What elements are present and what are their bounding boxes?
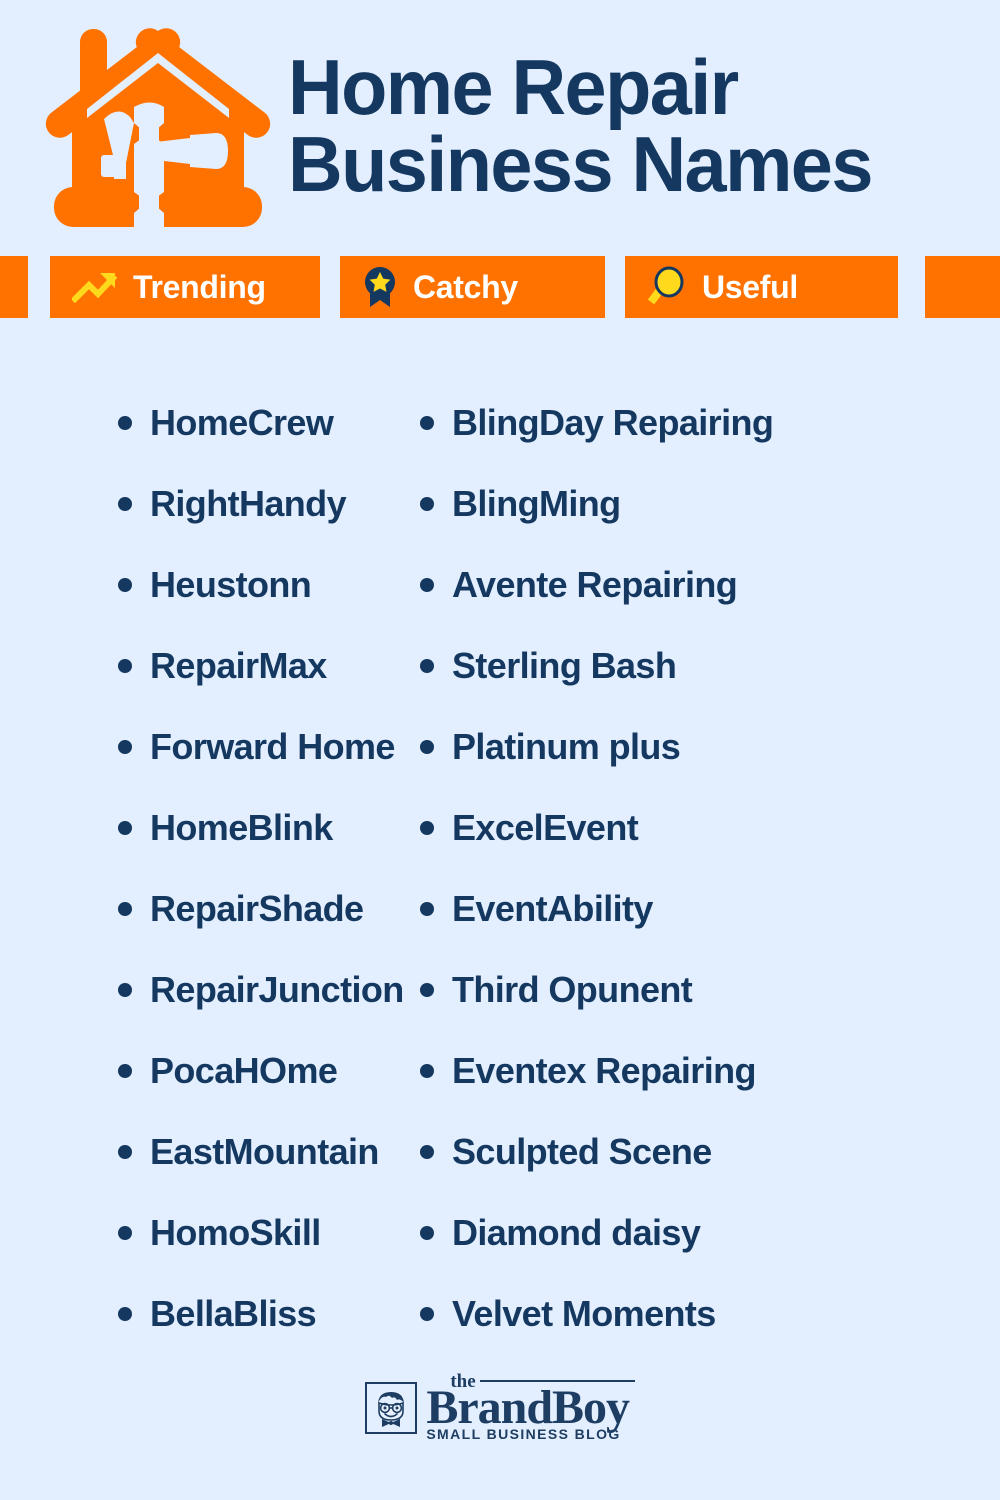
- list-item: RepairJunction: [118, 949, 420, 1030]
- list-item: RepairMax: [118, 625, 420, 706]
- name-label: Sterling Bash: [452, 644, 677, 686]
- list-item: Diamond daisy: [420, 1192, 1000, 1273]
- house-with-tools-icon: [45, 28, 271, 234]
- right-name-column: BlingDay Repairing BlingMing Avente Repa…: [420, 382, 1000, 1367]
- name-label: PocaHOme: [150, 1049, 338, 1091]
- list-item: BlingMing: [420, 463, 1000, 544]
- infographic-page: Home Repair Business Names Trending Catc…: [0, 0, 1000, 1500]
- name-label: Diamond daisy: [452, 1211, 701, 1253]
- magnifying-glass-icon: [647, 266, 684, 305]
- brand-name: BrandBoy: [426, 1381, 630, 1434]
- name-label: BlingDay Repairing: [452, 401, 774, 443]
- award-medal-star-icon: [365, 267, 395, 307]
- badge-catchy[interactable]: Catchy: [340, 256, 605, 318]
- left-edge-accent-strip: [0, 256, 28, 318]
- name-label: RightHandy: [150, 482, 347, 524]
- name-label: HomoSkill: [150, 1211, 321, 1253]
- footer: the BrandBoy SMALL BUSINESS BLOG: [0, 1365, 1000, 1500]
- name-label: Platinum plus: [452, 725, 681, 767]
- name-label: HomeBlink: [150, 806, 333, 848]
- list-item: HomeBlink: [118, 787, 420, 868]
- title-line-1: Home Repair: [288, 42, 739, 131]
- bullet-icon: [420, 1144, 434, 1159]
- list-item: RepairShade: [118, 868, 420, 949]
- bullet-icon: [118, 739, 132, 754]
- left-name-column: HomeCrew RightHandy Heustonn RepairMax F…: [0, 382, 420, 1367]
- list-item: Sculpted Scene: [420, 1111, 1000, 1192]
- name-label: Forward Home: [150, 725, 395, 767]
- header: Home Repair Business Names: [0, 0, 1000, 248]
- badge-bar: Trending Catchy Useful: [0, 256, 1000, 318]
- bullet-icon: [118, 1063, 132, 1078]
- bullet-icon: [118, 496, 132, 511]
- badge-useful[interactable]: Useful: [625, 256, 898, 318]
- name-label: Sculpted Scene: [452, 1130, 712, 1172]
- list-item: ExcelEvent: [420, 787, 1000, 868]
- list-item: Velvet Moments: [420, 1273, 1000, 1354]
- name-label: ExcelEvent: [452, 806, 639, 848]
- list-item: RightHandy: [118, 463, 420, 544]
- list-item: HomeCrew: [118, 382, 420, 463]
- name-label: EastMountain: [150, 1130, 379, 1172]
- bullet-icon: [118, 1225, 132, 1240]
- badge-label: Useful: [702, 268, 798, 305]
- bullet-icon: [118, 577, 132, 592]
- brand-wordmark: the BrandBoy SMALL BUSINESS BLOG: [426, 1372, 635, 1442]
- name-label: BellaBliss: [150, 1292, 317, 1334]
- list-item: BellaBliss: [118, 1273, 420, 1354]
- name-label: RepairMax: [150, 644, 327, 686]
- bullet-icon: [420, 415, 434, 430]
- bullet-icon: [118, 1306, 132, 1321]
- bullet-icon: [420, 1306, 434, 1321]
- bullet-icon: [118, 982, 132, 997]
- bullet-icon: [420, 577, 434, 592]
- list-item: Sterling Bash: [420, 625, 1000, 706]
- list-item: Eventex Repairing: [420, 1030, 1000, 1111]
- name-label: RepairJunction: [150, 968, 404, 1010]
- boy-face-with-glasses-icon: [378, 1391, 405, 1427]
- bullet-icon: [420, 1225, 434, 1240]
- logo-frame: [365, 1381, 418, 1434]
- bullet-icon: [420, 658, 434, 673]
- list-item: Heustonn: [118, 544, 420, 625]
- badge-label: Trending: [133, 268, 266, 305]
- bullet-icon: [118, 901, 132, 916]
- name-label: Velvet Moments: [452, 1292, 716, 1334]
- list-item: Third Opunent: [420, 949, 1000, 1030]
- list-item: EastMountain: [118, 1111, 420, 1192]
- name-label: EventAbility: [452, 887, 653, 929]
- list-item: Platinum plus: [420, 706, 1000, 787]
- name-label: Eventex Repairing: [452, 1049, 757, 1091]
- name-label: Avente Repairing: [452, 563, 738, 605]
- bullet-icon: [420, 739, 434, 754]
- bullet-icon: [118, 820, 132, 835]
- list-item: Avente Repairing: [420, 544, 1000, 625]
- name-label: Heustonn: [150, 563, 312, 605]
- title-line-2: Business Names: [288, 120, 873, 208]
- bullet-icon: [420, 496, 434, 511]
- brandboy-logo[interactable]: the BrandBoy SMALL BUSINESS BLOG: [365, 1372, 635, 1442]
- page-title: Home Repair Business Names: [288, 42, 890, 208]
- badge-trending[interactable]: Trending: [50, 256, 320, 318]
- list-item: EventAbility: [420, 868, 1000, 949]
- bullet-icon: [118, 1144, 132, 1159]
- list-item: PocaHOme: [118, 1030, 420, 1111]
- list-item: BlingDay Repairing: [420, 382, 1000, 463]
- bullet-icon: [420, 820, 434, 835]
- name-label: HomeCrew: [150, 401, 334, 443]
- name-label: Third Opunent: [452, 968, 693, 1010]
- bullet-icon: [118, 415, 132, 430]
- bullet-icon: [118, 658, 132, 673]
- list-item: Forward Home: [118, 706, 420, 787]
- bullet-icon: [420, 1063, 434, 1078]
- badge-label: Catchy: [413, 268, 518, 305]
- name-lists: HomeCrew RightHandy Heustonn RepairMax F…: [0, 382, 1000, 1367]
- name-label: BlingMing: [452, 482, 621, 524]
- bullet-icon: [420, 982, 434, 997]
- name-label: RepairShade: [150, 887, 364, 929]
- right-edge-accent-strip: [925, 256, 1000, 318]
- trending-up-icon: [72, 273, 118, 304]
- bullet-icon: [420, 901, 434, 916]
- list-item: HomoSkill: [118, 1192, 420, 1273]
